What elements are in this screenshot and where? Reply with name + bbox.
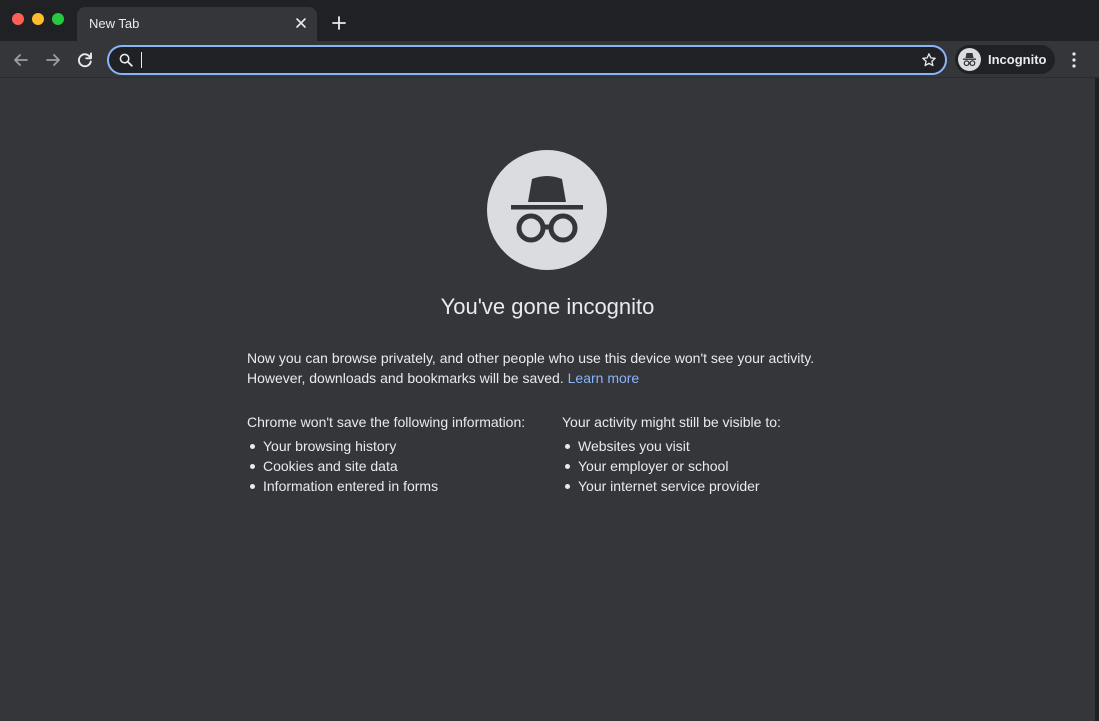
list-item: Your internet service provider [562,476,862,496]
search-icon [119,53,133,67]
incognito-icon [958,48,981,71]
toolbar: Incognito [0,41,1099,78]
tab-new-tab[interactable]: New Tab [77,7,317,41]
close-icon[interactable] [293,15,309,31]
learn-more-link[interactable]: Learn more [568,370,640,386]
window-maximize-button[interactable] [52,13,64,25]
window-edge [1095,78,1099,721]
intro-body: Now you can browse privately, and other … [247,350,815,386]
incognito-profile-button[interactable]: Incognito [955,45,1055,74]
kebab-menu-icon[interactable] [1066,50,1082,70]
reload-icon [78,52,92,68]
tab-title: New Tab [89,16,140,31]
back-button[interactable] [11,50,31,70]
still-visible-title: Your activity might still be visible to: [562,414,781,430]
wont-save-section: Chrome won't save the following informat… [247,412,547,496]
intro-text: Now you can browse privately, and other … [247,348,847,388]
list-item: Websites you visit [562,436,862,456]
list-item: Your browsing history [247,436,547,456]
list-item: Cookies and site data [247,456,547,476]
wont-save-title: Chrome won't save the following informat… [247,414,526,430]
incognito-page: You've gone incognito Now you can browse… [0,78,1095,721]
incognito-icon [487,150,607,270]
forward-button[interactable] [43,50,63,70]
page-title: You've gone incognito [440,294,655,319]
wont-save-list: Your browsing history Cookies and site d… [247,436,547,496]
list-item: Your employer or school [562,456,862,476]
arrow-right-icon [46,54,60,66]
text-cursor [141,52,142,68]
profile-label: Incognito [988,52,1047,67]
list-item: Information entered in forms [247,476,547,496]
arrow-left-icon [14,54,28,66]
address-input[interactable] [139,50,909,70]
reload-button[interactable] [75,50,95,70]
address-bar[interactable] [107,45,947,75]
new-tab-button[interactable] [330,14,348,32]
window-minimize-button[interactable] [32,13,44,25]
star-icon[interactable] [921,52,937,68]
window-close-button[interactable] [12,13,24,25]
title-bar: New Tab [0,0,1099,41]
still-visible-section: Your activity might still be visible to:… [562,412,862,496]
still-visible-list: Websites you visit Your employer or scho… [562,436,862,496]
